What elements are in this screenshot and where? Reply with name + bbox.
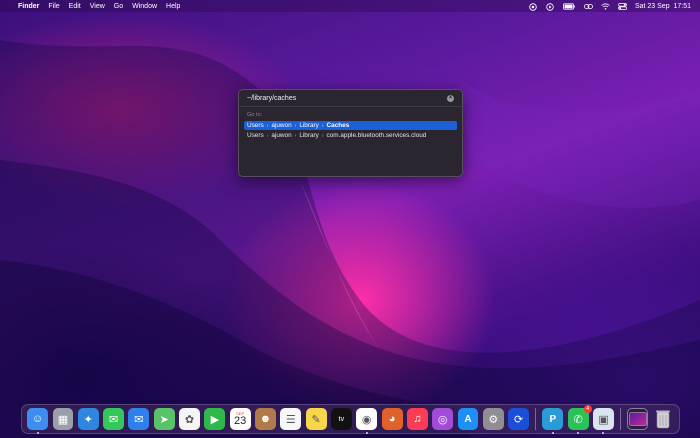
dock-facetime-icon[interactable]: ▶ xyxy=(204,408,226,430)
menu-go[interactable]: Go xyxy=(114,3,123,10)
calendar-day-label: 23 xyxy=(234,415,247,427)
suggestion-row-bluetooth-cloud[interactable]: Users › ajuwon › Library › com.apple.blu… xyxy=(244,131,457,140)
link-icon[interactable] xyxy=(584,3,593,10)
dock-preview-icon[interactable]: ▣ xyxy=(593,408,614,434)
finder-glyph: ☺ xyxy=(32,413,44,425)
dock-separator xyxy=(535,408,537,430)
dock-separator xyxy=(620,408,622,430)
chevron-right-icon: › xyxy=(294,132,297,139)
control-center-icon[interactable] xyxy=(618,2,627,10)
mail-glyph: ✉ xyxy=(134,413,144,426)
menu-window[interactable]: Window xyxy=(132,3,157,10)
crumb-users: Users xyxy=(247,122,264,129)
messages-glyph: ✉ xyxy=(108,413,119,426)
menu-bar: Finder File Edit View Go Window Help Sat… xyxy=(0,0,700,12)
menu-app-name[interactable]: Finder xyxy=(18,3,39,10)
preview-glyph: ▣ xyxy=(598,413,609,426)
whatsapp-glyph: ✆ xyxy=(573,413,583,426)
running-indicator xyxy=(577,432,580,434)
go-to-section-label: Go to: xyxy=(247,112,263,118)
running-indicator xyxy=(551,432,554,434)
music-glyph: ♫ xyxy=(413,413,422,425)
dock-app-store-icon[interactable]: A xyxy=(457,408,479,430)
crumb-users: Users xyxy=(247,132,264,139)
dock-whatsapp-icon[interactable]: ✆ 4 xyxy=(567,405,592,434)
wifi-icon[interactable] xyxy=(601,2,610,10)
menu-view[interactable]: View xyxy=(90,3,105,10)
chevron-right-icon: › xyxy=(294,122,297,129)
dock-system-settings-icon[interactable]: ⚙ xyxy=(482,408,504,430)
screen-mirroring-icon[interactable] xyxy=(529,2,537,11)
apple-tv-glyph: tv xyxy=(338,415,345,423)
podcasts-glyph: ◎ xyxy=(437,413,448,426)
dock-minimized-window-icon[interactable] xyxy=(627,408,649,430)
dock-reminders-icon[interactable]: ☰ xyxy=(280,408,302,430)
app-store-glyph: A xyxy=(464,413,472,425)
dock-apple-tv-icon[interactable]: tv xyxy=(330,408,352,430)
contacts-glyph: ☻ xyxy=(259,413,272,425)
photos-glyph: ✿ xyxy=(184,413,195,426)
notes-glyph: ✎ xyxy=(311,413,321,426)
dock-firefox-icon[interactable]: ◕ xyxy=(381,408,403,430)
chevron-right-icon: › xyxy=(321,132,324,139)
crumb-library: Library xyxy=(299,132,319,139)
copilot-glyph: ⟳ xyxy=(513,413,524,426)
running-indicator xyxy=(365,432,368,434)
dock-calendar-icon[interactable]: SEP 23 xyxy=(229,408,251,430)
dock-trash-icon[interactable] xyxy=(653,408,674,430)
chevron-right-icon: › xyxy=(321,122,324,129)
chevron-right-icon: › xyxy=(266,122,269,129)
dock: ☺ ▦ ✦ ✉ ✉ ➤ ✿ ▶ SEP 23 ☻ ☰ ✎ tv ◉ ◕ ♫ ◎ A ⚙ ⟳ P ✆ 4 ▣ xyxy=(21,404,680,434)
chevron-right-icon: › xyxy=(266,132,269,139)
go-to-suggestions-list: Users › ajuwon › Library › Caches Users … xyxy=(244,121,457,141)
crumb-user: ajuwon xyxy=(271,132,292,139)
firefox-glyph: ◕ xyxy=(388,413,396,425)
dock-music-icon[interactable]: ♫ xyxy=(406,408,428,430)
reminders-glyph: ☰ xyxy=(285,413,296,426)
menu-file[interactable]: File xyxy=(48,3,59,10)
crumb-user: ajuwon xyxy=(271,122,292,129)
battery-icon[interactable] xyxy=(563,2,575,10)
dock-finder-icon[interactable]: ☺ xyxy=(27,408,49,434)
dock-podcasts-icon[interactable]: ◎ xyxy=(432,408,454,430)
go-to-path-field[interactable]: ~/library/caches × xyxy=(239,90,462,107)
dock-copilot-icon[interactable]: ⟳ xyxy=(508,408,530,430)
dock-contacts-icon[interactable]: ☻ xyxy=(255,408,276,430)
clear-field-icon[interactable]: × xyxy=(447,94,454,102)
facetime-glyph: ▶ xyxy=(210,413,220,426)
crumb-bluetooth-cloud: com.apple.bluetooth.services.cloud xyxy=(326,132,427,139)
dock-notes-icon[interactable]: ✎ xyxy=(305,408,327,430)
go-to-path-value[interactable]: ~/library/caches xyxy=(247,95,447,102)
menu-bar-clock[interactable]: Sat 23 Sep 17:51 xyxy=(635,3,691,10)
pushbullet-glyph: P xyxy=(549,413,557,425)
desktop-wallpaper xyxy=(0,0,700,438)
notification-badge: 4 xyxy=(583,405,592,413)
safari-glyph: ✦ xyxy=(83,413,93,426)
menu-help[interactable]: Help xyxy=(166,3,180,10)
maps-glyph: ➤ xyxy=(159,413,169,426)
play-circle-icon[interactable] xyxy=(546,2,554,11)
menu-edit[interactable]: Edit xyxy=(69,3,81,10)
system-settings-glyph: ⚙ xyxy=(488,413,499,426)
crumb-library: Library xyxy=(299,122,319,129)
dock-photos-icon[interactable]: ✿ xyxy=(179,408,200,430)
dock-pushbullet-icon[interactable]: P xyxy=(542,408,564,434)
dock-launchpad-icon[interactable]: ▦ xyxy=(52,408,74,430)
dock-mail-icon[interactable]: ✉ xyxy=(128,408,150,430)
running-indicator xyxy=(602,432,605,434)
dock-messages-icon[interactable]: ✉ xyxy=(103,408,125,430)
launchpad-glyph: ▦ xyxy=(57,413,69,426)
dock-chrome-icon[interactable]: ◉ xyxy=(356,408,378,434)
crumb-caches: Caches xyxy=(326,122,350,129)
dock-safari-icon[interactable]: ✦ xyxy=(77,408,99,430)
chrome-glyph: ◉ xyxy=(361,413,372,426)
suggestion-row-caches[interactable]: Users › ajuwon › Library › Caches xyxy=(244,121,457,130)
go-to-folder-dialog: ~/library/caches × Go to: Users › ajuwon… xyxy=(238,89,463,177)
running-indicator xyxy=(36,432,39,434)
dock-maps-icon[interactable]: ➤ xyxy=(153,408,175,430)
